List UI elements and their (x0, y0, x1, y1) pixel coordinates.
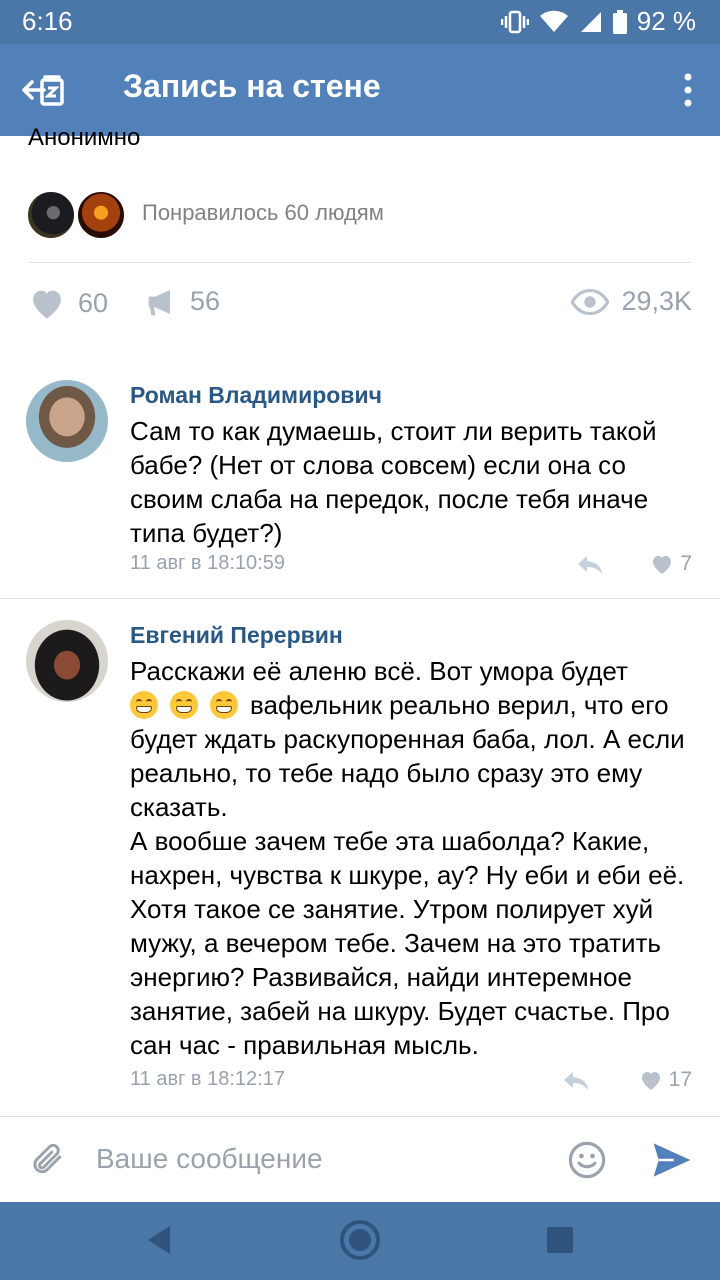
reply-icon[interactable] (576, 554, 604, 576)
avatar[interactable] (26, 620, 108, 702)
comment-text-line: Расскажи её аленю всё. Вот умора будет (130, 656, 628, 686)
grinning-face-icon (130, 691, 158, 719)
likers-avatars[interactable] (26, 190, 146, 240)
comment-time: 11 авг в 18:12:17 (130, 1068, 285, 1090)
status-bar: 6:16 92 % (0, 0, 720, 44)
comment-like-count: 17 (668, 1068, 692, 1091)
liker-avatar (26, 190, 76, 240)
comment-like-button[interactable]: 17 (639, 1068, 692, 1092)
grinning-face-icon (170, 691, 198, 719)
vibrate-icon (500, 10, 529, 33)
like-button[interactable]: 60 (28, 286, 108, 320)
comment-text-rest: вафельник реально верил, что его будет ж… (130, 690, 685, 1060)
comment-like-button[interactable]: 7 (650, 552, 692, 576)
status-icons: 92 % (500, 6, 696, 37)
post-stats: 60 56 29,3K (0, 286, 720, 336)
message-input[interactable] (96, 1137, 546, 1181)
app-bar: Запись на стене (0, 44, 720, 136)
eye-icon (571, 288, 610, 315)
wifi-icon (539, 10, 568, 32)
heart-icon (641, 1072, 660, 1090)
comment-author[interactable]: Евгений Перервин (130, 622, 343, 649)
divider (28, 262, 692, 263)
grinning-face-icon (210, 691, 238, 719)
post-author-partial: Анонимно (28, 124, 141, 151)
nav-back-icon[interactable] (144, 1224, 174, 1256)
repost-count: 56 (190, 286, 221, 316)
status-time: 6:16 (22, 6, 73, 36)
battery-percent: 92 % (636, 6, 696, 36)
comment: Роман Владимирович Сам то как думаешь, с… (0, 380, 720, 598)
paperclip-icon[interactable] (30, 1141, 66, 1179)
comment-time: 11 авг в 18:10:59 (130, 552, 285, 574)
likers-text[interactable]: Понравилось 60 людям (142, 200, 384, 226)
more-vertical-icon[interactable] (678, 72, 698, 108)
like-count: 60 (78, 287, 109, 318)
liker-avatar (76, 190, 126, 240)
back-to-wall-icon[interactable] (20, 66, 68, 114)
nav-home-icon[interactable] (338, 1218, 382, 1262)
view-count: 29,3K (621, 286, 692, 316)
comment-text: Сам то как думаешь, стоит ли верить тако… (130, 416, 664, 548)
signal-icon (580, 11, 601, 32)
battery-icon (612, 9, 627, 34)
send-icon[interactable] (652, 1141, 692, 1179)
comment-like-count: 7 (680, 552, 692, 575)
comment: Евгений Перервин Расскажи её аленю всё. … (0, 620, 720, 1100)
system-nav-bar (0, 1202, 720, 1280)
smile-icon[interactable] (568, 1141, 606, 1179)
comment-author[interactable]: Роман Владимирович (130, 382, 382, 409)
avatar[interactable] (26, 380, 108, 462)
heart-icon (33, 290, 61, 319)
divider (0, 598, 720, 599)
megaphone-icon (148, 289, 170, 315)
nav-recents-icon[interactable] (547, 1227, 573, 1253)
reply-icon[interactable] (562, 1070, 590, 1092)
page-title: Запись на стене (123, 68, 381, 104)
heart-icon (653, 556, 672, 574)
message-composer (0, 1116, 720, 1202)
repost-button[interactable]: 56 (146, 286, 220, 317)
views: 29,3K (571, 286, 692, 317)
comment-text: Расскажи её аленю всё. Вот умора будет в… (130, 654, 700, 1062)
